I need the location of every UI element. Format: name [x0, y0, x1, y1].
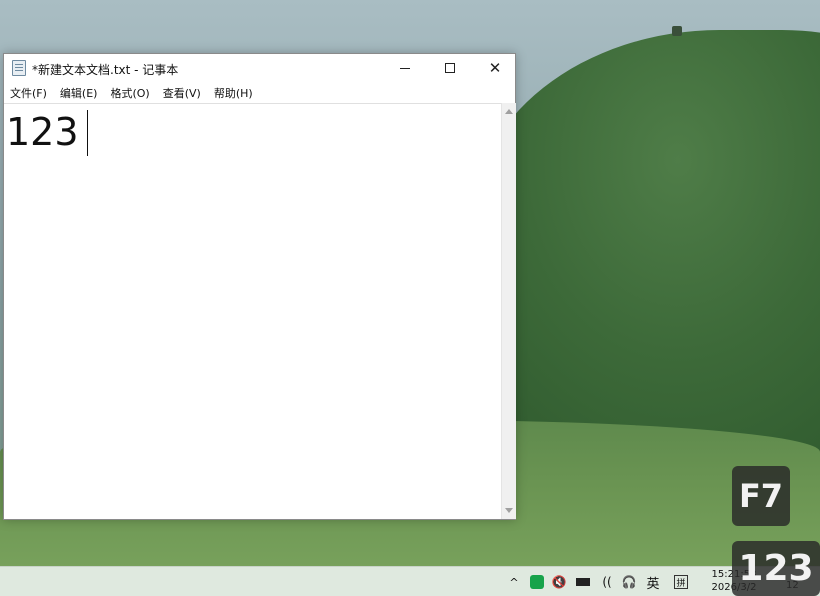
minimize-button[interactable] — [382, 54, 428, 82]
text-editor[interactable]: 123 — [4, 103, 501, 519]
menu-bar: 文件(F) 编辑(E) 格式(O) 查看(V) 帮助(H) — [4, 83, 515, 103]
wechat-icon — [530, 575, 544, 589]
maximize-icon — [445, 63, 455, 73]
battery-shape — [576, 578, 590, 586]
menu-edit[interactable]: 编辑(E) — [60, 85, 98, 101]
headset-icon[interactable]: 🎧 — [620, 572, 638, 592]
wifi-icon[interactable]: (( — [598, 572, 616, 592]
scroll-up-icon[interactable] — [505, 109, 513, 114]
text-caret — [87, 110, 88, 156]
show-hidden-icons-chevron-icon[interactable]: ^ — [506, 572, 522, 592]
ime-mode-button[interactable]: 拼 — [673, 572, 689, 592]
wechat-tray-icon[interactable] — [529, 572, 545, 592]
battery-icon[interactable] — [574, 572, 592, 592]
menu-format[interactable]: 格式(O) — [110, 85, 149, 101]
hill-peak — [672, 26, 682, 36]
menu-view[interactable]: 查看(V) — [163, 85, 201, 101]
close-icon: ✕ — [488, 58, 502, 77]
input-language-indicator[interactable]: 英 — [643, 572, 663, 592]
scroll-down-icon[interactable] — [505, 508, 513, 513]
taskbar: ^ 🔇 (( 🎧 英 拼 15:21:53 2026/3/2 12 — [0, 566, 820, 596]
notepad-icon — [12, 60, 26, 76]
vertical-scrollbar[interactable] — [501, 103, 516, 519]
pinyin-ime-icon: 拼 — [674, 575, 688, 589]
window-title: *新建文本文档.txt - 记事本 — [32, 63, 179, 77]
notepad-window[interactable]: *新建文本文档.txt - 记事本 ✕ 文件(F) 编辑(E) 格式(O) 查看… — [3, 53, 516, 520]
document-text: 123 — [6, 110, 79, 154]
close-button[interactable]: ✕ — [472, 54, 518, 82]
volume-muted-icon[interactable]: 🔇 — [550, 572, 568, 592]
menu-help[interactable]: 帮助(H) — [214, 85, 253, 101]
keypress-overlay-123: 123 — [732, 541, 820, 596]
maximize-button[interactable] — [427, 54, 473, 82]
menu-file[interactable]: 文件(F) — [10, 85, 47, 101]
keypress-overlay-f7: F7 — [732, 466, 790, 526]
title-bar[interactable]: *新建文本文档.txt - 记事本 ✕ — [4, 54, 515, 82]
minimize-icon — [400, 67, 410, 69]
